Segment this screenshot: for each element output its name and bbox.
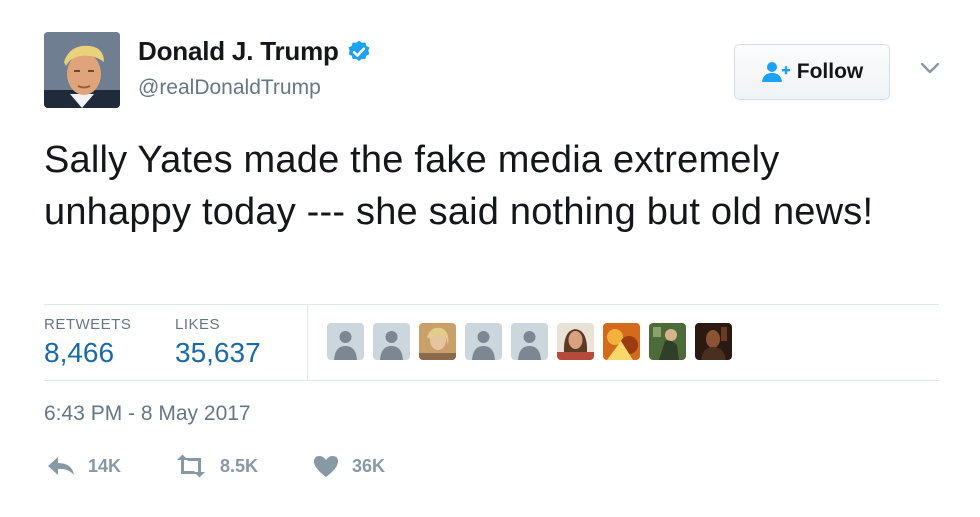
liker-avatar-photo[interactable] bbox=[557, 323, 594, 360]
liker-avatars bbox=[327, 323, 732, 360]
divider-bottom bbox=[44, 380, 939, 381]
author-name[interactable]: Donald J. Trump bbox=[138, 36, 339, 67]
retweets-count[interactable]: 8,466 bbox=[44, 337, 114, 369]
retweet-icon bbox=[177, 454, 205, 478]
like-button[interactable]: 36K bbox=[312, 454, 385, 478]
author-handle[interactable]: @realDonaldTrump bbox=[138, 76, 321, 100]
like-count: 36K bbox=[352, 455, 386, 476]
tweet-text: Sally Yates made the fake media extremel… bbox=[44, 139, 874, 233]
verified-badge-icon bbox=[348, 40, 370, 61]
retweet-button[interactable]: 8.5K bbox=[174, 454, 312, 478]
heart-icon bbox=[314, 456, 338, 477]
divider-top bbox=[44, 304, 939, 305]
follow-button-label: Follow bbox=[796, 60, 864, 83]
liker-avatar-photo[interactable] bbox=[419, 323, 456, 360]
retweet-count: 8.5K bbox=[220, 455, 259, 476]
follow-button[interactable]: Follow bbox=[734, 44, 890, 100]
stats-divider bbox=[307, 304, 308, 380]
liker-avatar-default[interactable] bbox=[511, 323, 548, 360]
author-avatar[interactable] bbox=[44, 32, 120, 108]
reply-count: 14K bbox=[88, 455, 122, 476]
likes-label[interactable]: LIKES bbox=[175, 316, 220, 333]
liker-avatar-default[interactable] bbox=[465, 323, 502, 360]
reply-button[interactable]: 14K bbox=[46, 454, 174, 478]
reply-icon bbox=[48, 457, 74, 475]
author-name-row[interactable]: Donald J. Trump bbox=[138, 36, 372, 67]
tweet-actions: 14K 8.5K 36K bbox=[46, 454, 385, 478]
add-user-icon bbox=[761, 62, 790, 82]
chevron-down-icon[interactable] bbox=[918, 58, 942, 78]
tweet-timestamp[interactable]: 6:43 PM - 8 May 2017 bbox=[44, 402, 251, 426]
likes-count[interactable]: 35,637 bbox=[175, 337, 261, 369]
retweets-label[interactable]: RETWEETS bbox=[44, 316, 131, 333]
liker-avatar-photo[interactable] bbox=[695, 323, 732, 360]
liker-avatar-default[interactable] bbox=[327, 323, 364, 360]
liker-avatar-photo[interactable] bbox=[603, 323, 640, 360]
avatar-image bbox=[44, 32, 120, 108]
liker-avatar-default[interactable] bbox=[373, 323, 410, 360]
liker-avatar-photo[interactable] bbox=[649, 323, 686, 360]
